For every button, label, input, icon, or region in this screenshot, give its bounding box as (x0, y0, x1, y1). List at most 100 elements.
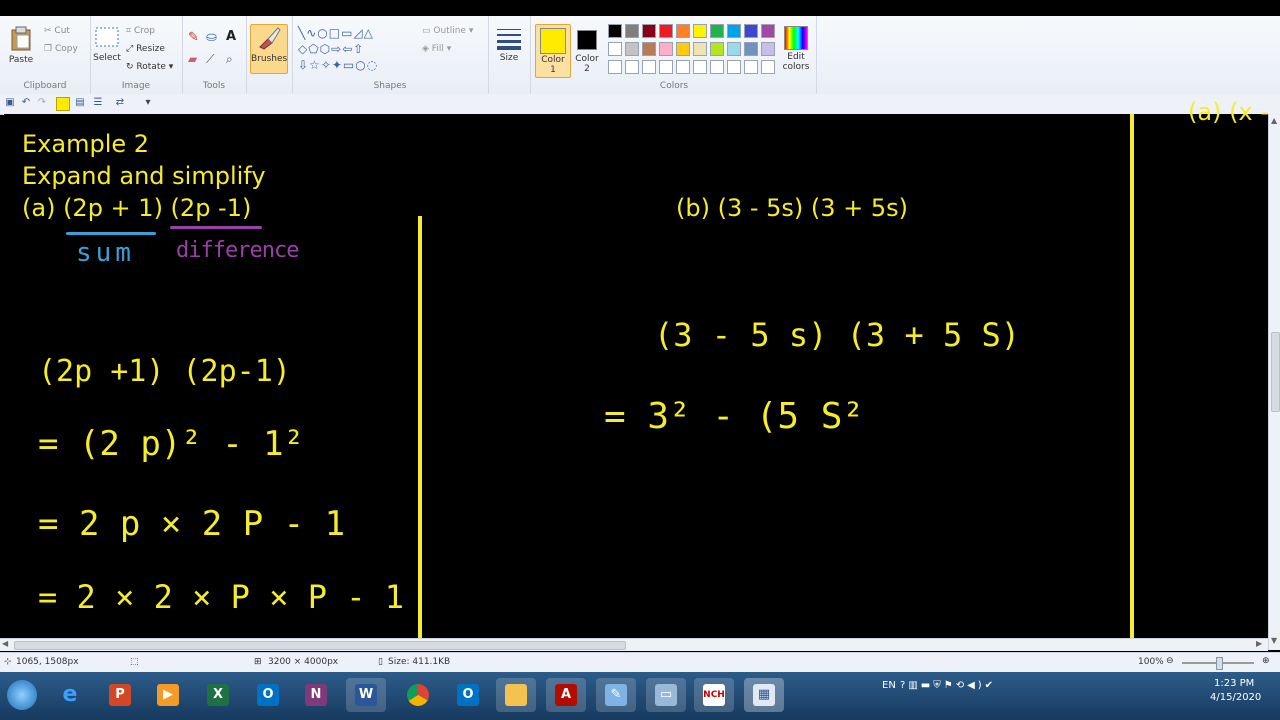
crop-button[interactable]: ⌗ Crop (126, 26, 155, 36)
pencil-icon[interactable]: ✎ (188, 30, 199, 45)
paste-label: Paste (8, 55, 34, 65)
palette-swatch[interactable] (693, 42, 707, 56)
palette-swatch[interactable] (625, 24, 639, 38)
copy-button[interactable]: ❐ Copy (44, 44, 78, 54)
rotate-button[interactable]: ↻ Rotate ▾ (126, 62, 173, 72)
paint-brush-icon[interactable]: ✎ (596, 678, 636, 712)
sync-icon[interactable]: ⟲ (956, 680, 967, 691)
chrome-icon[interactable] (398, 678, 438, 712)
resize-button[interactable]: ⤢ Resize (126, 44, 165, 54)
palette-swatch[interactable] (727, 24, 741, 38)
clock-time[interactable]: 1:23 PM (1214, 678, 1254, 689)
cursor-position-icon: ⊹ (4, 657, 12, 667)
palette-swatch[interactable] (642, 24, 656, 38)
palette-swatch[interactable] (659, 60, 673, 74)
horizontal-scroll-thumb[interactable] (14, 641, 626, 650)
view-icon[interactable]: ▤ (74, 97, 86, 109)
excel-icon[interactable]: X (198, 678, 238, 712)
palette-swatch[interactable] (744, 60, 758, 74)
palette-swatch[interactable] (625, 60, 639, 74)
powerpoint-icon[interactable]: P (100, 678, 140, 712)
palette-swatch[interactable] (642, 42, 656, 56)
horizontal-scrollbar[interactable]: ◀ ▶ (0, 638, 1268, 651)
clock-date[interactable]: 4/15/2020 (1210, 692, 1261, 703)
customize-icon[interactable]: ⇄ (114, 97, 126, 109)
palette-swatch[interactable] (625, 42, 639, 56)
palette-swatch[interactable] (693, 24, 707, 38)
network-icon[interactable]: ▥ (908, 680, 920, 691)
palette-swatch[interactable] (608, 60, 622, 74)
text-tool-icon[interactable]: A (226, 29, 236, 44)
onenote-icon[interactable]: N (296, 678, 336, 712)
save-icon[interactable]: ▣ (4, 97, 16, 109)
palette-swatch[interactable] (608, 24, 622, 38)
palette-swatch[interactable] (761, 60, 775, 74)
qat-dropdown-icon[interactable]: ▾ (142, 97, 154, 109)
palette-swatch[interactable] (761, 24, 775, 38)
palette-swatch[interactable] (761, 42, 775, 56)
cut-button[interactable]: ✂ Cut (44, 26, 70, 36)
color1-button[interactable]: Color 1 (535, 24, 571, 78)
vertical-scrollbar[interactable]: ▲ ▼ (1268, 114, 1280, 650)
palette-swatch[interactable] (710, 24, 724, 38)
palette-swatch[interactable] (693, 60, 707, 74)
size-button[interactable]: Size (494, 26, 524, 63)
outlook-icon[interactable]: O (248, 678, 288, 712)
color-swatch-icon[interactable] (56, 97, 70, 111)
palette-swatch[interactable] (642, 60, 656, 74)
palette-swatch[interactable] (744, 24, 758, 38)
file-explorer-icon[interactable] (496, 678, 536, 712)
palette-swatch[interactable] (676, 42, 690, 56)
acrobat-icon[interactable]: A (546, 678, 586, 712)
start-orb-icon[interactable] (2, 678, 42, 712)
flag-icon[interactable]: ⚑ (944, 680, 956, 691)
line-menu-icon[interactable]: ☰ (92, 97, 104, 109)
fill-bucket-icon[interactable]: ⛀ (206, 30, 217, 45)
media-player-icon[interactable]: ▶ (148, 678, 188, 712)
scroll-down-icon[interactable]: ▼ (1271, 636, 1277, 645)
language-indicator[interactable]: EN (882, 680, 896, 691)
redo-icon[interactable]: ↷ (36, 97, 48, 109)
palette-swatch[interactable] (710, 60, 724, 74)
outlook-2-icon[interactable]: O (448, 678, 488, 712)
palette-swatch[interactable] (659, 24, 673, 38)
drawing-canvas[interactable]: Example 2 Expand and simplify (a) (2p + … (4, 98, 1269, 640)
palette-swatch[interactable] (710, 42, 724, 56)
fill-button[interactable]: ◈ Fill ▾ (422, 44, 451, 54)
volume-icon[interactable]: ◀) (967, 680, 985, 691)
eraser-icon[interactable]: ▰ (188, 52, 197, 66)
palette-swatch[interactable] (659, 42, 673, 56)
scroll-left-icon[interactable]: ◀ (2, 639, 8, 648)
battery-icon[interactable]: ▬ (921, 680, 933, 691)
magnifier-icon[interactable]: ⌕ (226, 52, 233, 67)
paint-icon[interactable]: ▦ (744, 678, 784, 712)
difference-underline (170, 226, 262, 229)
palette-swatch[interactable] (727, 60, 741, 74)
palette-swatch[interactable] (727, 42, 741, 56)
scroll-up-icon[interactable]: ▲ (1271, 116, 1277, 125)
shield-icon[interactable]: ⛨ (933, 680, 944, 691)
zoom-slider-thumb[interactable] (1216, 657, 1223, 670)
palette-swatch[interactable] (608, 42, 622, 56)
palette-swatch[interactable] (676, 60, 690, 74)
scroll-right-icon[interactable]: ▶ (1256, 639, 1262, 648)
check-icon[interactable]: ✔ (985, 680, 996, 691)
word-icon[interactable]: W (346, 678, 386, 712)
color2-button[interactable]: Color 2 (572, 24, 602, 76)
color-picker-icon[interactable]: ⟋ (206, 52, 214, 67)
window-icon[interactable]: ▭ (646, 678, 686, 712)
nch-icon[interactable]: NCH (694, 678, 734, 712)
palette-swatch[interactable] (676, 24, 690, 38)
zoom-in-icon[interactable]: ⊕ (1262, 656, 1270, 666)
internet-explorer-icon[interactable]: e (50, 678, 90, 712)
edit-colors-button[interactable]: Edit colors (780, 24, 812, 72)
outline-button[interactable]: ▭ Outline ▾ (422, 26, 473, 36)
vertical-scroll-thumb[interactable] (1271, 332, 1280, 412)
zoom-out-icon[interactable]: ⊖ (1166, 656, 1174, 666)
undo-icon[interactable]: ↶ (20, 97, 32, 109)
shapes-gallery[interactable]: ╲∿○□▭◿△ ◇⬠⬡⇨⇦⇧ ⇩☆✧✦▭○◌ (298, 25, 416, 73)
select-button[interactable]: Select (92, 26, 122, 63)
palette-swatch[interactable] (744, 42, 758, 56)
paste-button[interactable]: Paste (6, 26, 36, 65)
brushes-button[interactable]: Brushes (250, 24, 288, 74)
